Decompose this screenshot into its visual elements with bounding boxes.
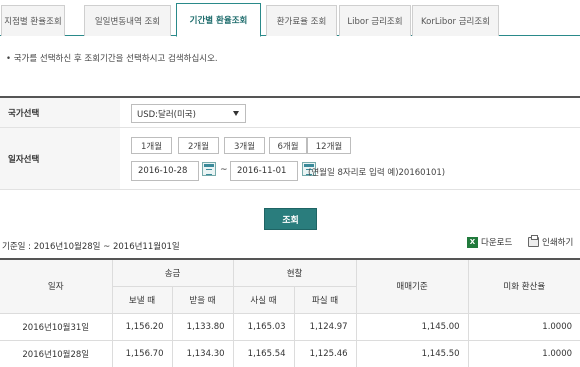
cell-sell: 1,125.46 — [293, 339, 357, 367]
period-12-month-button[interactable]: 12개월 — [307, 137, 351, 154]
calendar-icon[interactable] — [202, 162, 216, 176]
date-range-separator: ~ — [220, 165, 228, 175]
print-label: 인쇄하기 — [542, 238, 574, 248]
chevron-down-icon — [233, 111, 239, 116]
header-remittance: 송금 — [111, 258, 234, 287]
table-row: 2016년10월31일 1,156.20 1,133.80 1,165.03 1… — [0, 312, 580, 341]
table-header-row: 일자 송금 현찰 매매기준 미화 환산율 — [0, 258, 580, 314]
printer-icon — [528, 235, 539, 247]
table-row: 2016년10월28일 1,156.70 1,134.30 1,165.54 1… — [0, 339, 580, 367]
header-cash: 현찰 — [232, 258, 357, 287]
cell-buy: 1,165.54 — [232, 339, 295, 367]
tab-bar: 지점별 환율조회 일일변동내역 조회 기간별 환율조회 환가료율 조회 Libo… — [0, 0, 580, 37]
country-label: 국가선택 — [0, 98, 120, 127]
period-6-month-button[interactable]: 6개월 — [269, 137, 307, 154]
download-label: 다운로드 — [481, 238, 513, 248]
cell-date: 2016년10월31일 — [0, 312, 113, 341]
tab-libor[interactable]: Libor 금리조회 — [339, 5, 411, 36]
cell-receive: 1,134.30 — [171, 339, 234, 367]
end-date-input[interactable]: 2016-11-01 — [230, 161, 298, 181]
cell-base-rate: 1,145.00 — [355, 312, 469, 341]
tab-branch-rates[interactable]: 지점별 환율조회 — [1, 5, 65, 36]
cell-usd-rate: 1.0000 — [467, 339, 580, 367]
cell-receive: 1,133.80 — [171, 312, 234, 341]
country-select-value: USD:달러(미국) — [137, 109, 196, 120]
country-row: 국가선택 USD:달러(미국) — [0, 98, 580, 128]
period-3-month-button[interactable]: 3개월 — [224, 137, 265, 154]
date-label: 일자선택 — [0, 128, 120, 189]
tab-korlibor[interactable]: KorLibor 금리조회 — [412, 5, 499, 36]
header-buy: 사실 때 — [232, 285, 295, 314]
cell-buy: 1,165.03 — [232, 312, 295, 341]
header-date: 일자 — [0, 258, 113, 314]
period-2-month-button[interactable]: 2개월 — [178, 137, 219, 154]
tab-period-rates[interactable]: 기간별 환율조회 — [176, 3, 261, 37]
base-date-range: 기준일 : 2016년10월28일 ~ 2016년11월01일 — [2, 242, 180, 252]
country-select[interactable]: USD:달러(미국) — [131, 104, 246, 123]
cell-usd-rate: 1.0000 — [467, 312, 580, 341]
cell-base-rate: 1,145.50 — [355, 339, 469, 367]
cell-send: 1,156.20 — [111, 312, 173, 341]
tab-daily-changes[interactable]: 일일변동내역 조회 — [84, 5, 171, 36]
tab-exchange-fee[interactable]: 환가료율 조회 — [266, 5, 337, 36]
header-receive: 받을 때 — [171, 285, 234, 314]
header-sell: 파실 때 — [293, 285, 357, 314]
excel-icon: X — [467, 236, 478, 248]
period-1-month-button[interactable]: 1개월 — [131, 137, 172, 154]
exchange-rate-table: 일자 송금 현찰 매매기준 미화 환산율 보낼 때 받을 때 사실 때 파실 때… — [0, 258, 580, 367]
print-link[interactable]: 인쇄하기 — [528, 235, 574, 248]
instruction-text: • 국가를 선택하신 후 조회기간을 선택하시고 검색하십시오. — [6, 54, 218, 64]
cell-sell: 1,124.97 — [293, 312, 357, 341]
download-link[interactable]: X 다운로드 — [467, 236, 512, 248]
header-send: 보낼 때 — [112, 285, 173, 314]
start-date-input[interactable]: 2016-10-28 — [131, 161, 199, 181]
cell-send: 1,156.70 — [111, 339, 173, 367]
header-base-rate: 매매기준 — [355, 258, 469, 314]
date-format-hint: (연월일 8자리로 입력 예)20160101) — [308, 168, 446, 178]
cell-date: 2016년10월28일 — [0, 339, 113, 367]
search-button[interactable]: 조회 — [264, 208, 317, 230]
header-usd-rate: 미화 환산율 — [467, 258, 580, 314]
